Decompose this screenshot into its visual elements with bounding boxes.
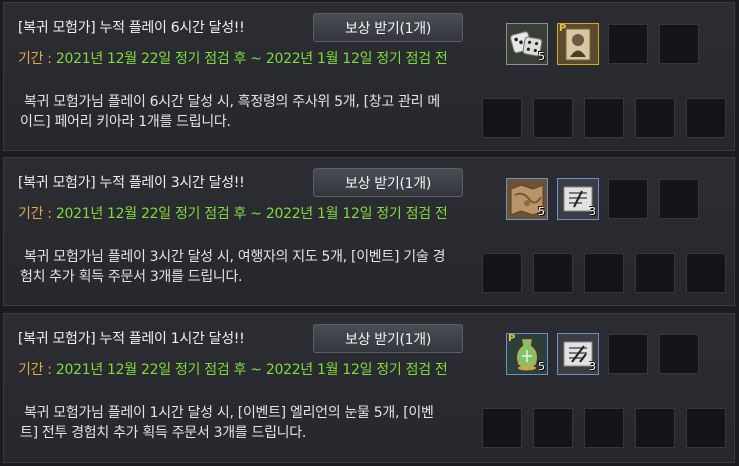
empty-reward-slot: [659, 179, 699, 219]
period-label: 기간 :: [18, 362, 52, 378]
period-value: 2021년 12월 22일 정기 점검 후 ~ 2022년 1월 12일 정기 …: [55, 362, 448, 378]
reward-item-dice[interactable]: 5: [506, 23, 548, 65]
reward-title: [복귀 모험가] 누적 플레이 1시간 달성!!: [18, 331, 245, 347]
reward-item-combat-scroll[interactable]: 3: [557, 333, 599, 375]
empty-reward-slot: [686, 253, 726, 293]
reward-panel: [복귀 모험가] 누적 플레이 3시간 달성!! 보상 받기(1개) 기간 : …: [3, 157, 735, 306]
reward-description: 복귀 모험가님 플레이 1시간 달성 시, [이벤트] 엘리언의 눈물 5개, …: [20, 405, 434, 441]
empty-reward-slot: [608, 24, 648, 64]
reward-description: 복귀 모험가님 플레이 3시간 달성 시, 여행자의 지도 5개, [이벤트] …: [20, 249, 446, 285]
period-value: 2021년 12월 22일 정기 점검 후 ~ 2022년 1월 12일 정기 …: [55, 206, 448, 222]
empty-reward-slot: [482, 253, 522, 293]
empty-reward-slot: [482, 408, 522, 448]
reward-item-map[interactable]: 5: [506, 178, 548, 220]
reward-description: 복귀 모험가님 플레이 6시간 달성 시, 흑정령의 주사위 5개, [창고 관…: [20, 94, 440, 130]
reward-item-skill-scroll[interactable]: 3: [557, 178, 599, 220]
empty-reward-slot: [635, 98, 675, 138]
premium-badge: P: [508, 333, 516, 344]
claim-reward-button[interactable]: 보상 받기(1개): [313, 168, 463, 197]
premium-badge: P: [559, 23, 567, 34]
reward-period: 기간 : 2021년 12월 22일 정기 점검 후 ~ 2022년 1월 12…: [18, 49, 448, 70]
period-value: 2021년 12월 22일 정기 점검 후 ~ 2022년 1월 12일 정기 …: [55, 51, 448, 67]
empty-reward-slot: [635, 253, 675, 293]
empty-reward-slot: [533, 408, 573, 448]
claim-reward-button[interactable]: 보상 받기(1개): [313, 13, 463, 42]
reward-item-maid[interactable]: P: [557, 23, 599, 65]
reward-panel: [복귀 모험가] 누적 플레이 6시간 달성!! 보상 받기(1개) 기간 : …: [3, 2, 735, 151]
empty-reward-slot: [584, 253, 624, 293]
item-count: 3: [589, 360, 596, 373]
empty-reward-slot: [584, 98, 624, 138]
reward-period: 기간 : 2021년 12월 22일 정기 점검 후 ~ 2022년 1월 12…: [18, 204, 448, 225]
empty-reward-slot: [686, 408, 726, 448]
empty-reward-slot: [608, 334, 648, 374]
empty-reward-slot: [659, 334, 699, 374]
empty-reward-slot: [635, 408, 675, 448]
empty-reward-slot: [533, 253, 573, 293]
empty-reward-slot: [533, 98, 573, 138]
reward-item-elion-tears[interactable]: P 5: [506, 333, 548, 375]
period-label: 기간 :: [18, 206, 52, 222]
empty-reward-slot: [659, 24, 699, 64]
item-count: 5: [538, 360, 545, 373]
empty-reward-slot: [482, 98, 522, 138]
item-count: 3: [589, 205, 596, 218]
reward-panel: [복귀 모험가] 누적 플레이 1시간 달성!! 보상 받기(1개) 기간 : …: [3, 313, 735, 463]
reward-title: [복귀 모험가] 누적 플레이 3시간 달성!!: [18, 175, 245, 191]
empty-reward-slot: [686, 98, 726, 138]
item-count: 5: [538, 205, 545, 218]
reward-title: [복귀 모험가] 누적 플레이 6시간 달성!!: [18, 20, 245, 36]
empty-reward-slot: [608, 179, 648, 219]
reward-period: 기간 : 2021년 12월 22일 정기 점검 후 ~ 2022년 1월 12…: [18, 360, 448, 381]
period-label: 기간 :: [18, 51, 52, 67]
empty-reward-slot: [584, 408, 624, 448]
item-count: 5: [538, 50, 545, 63]
claim-reward-button[interactable]: 보상 받기(1개): [313, 324, 463, 353]
